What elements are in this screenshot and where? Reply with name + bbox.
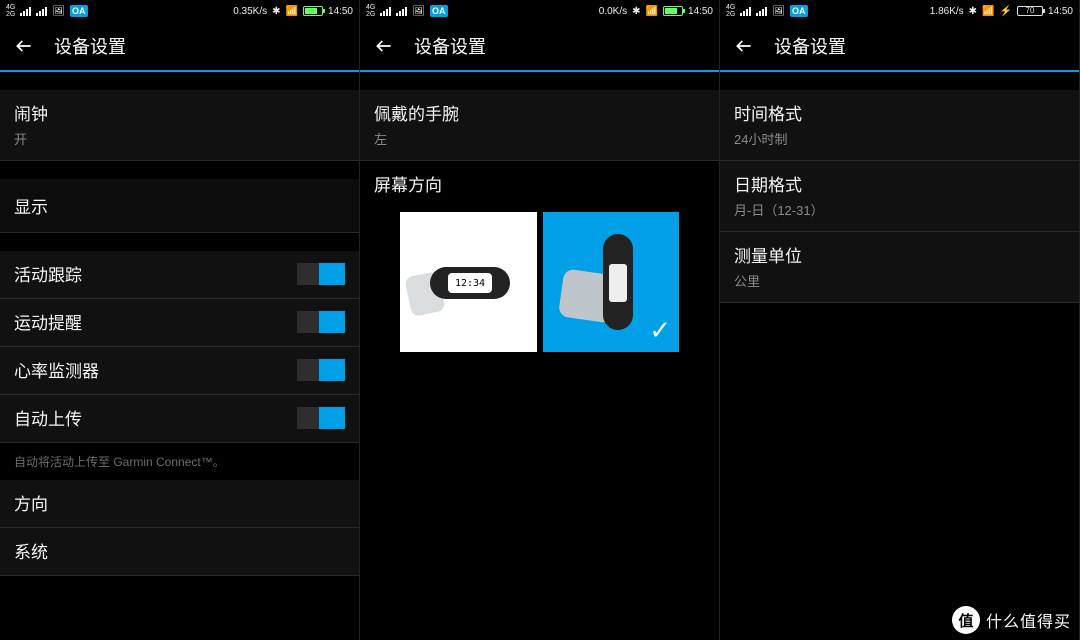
row-orientation[interactable]: 方向: [0, 480, 359, 528]
row-auto-upload[interactable]: 自动上传: [0, 395, 359, 443]
band-display: 12:34: [448, 273, 492, 293]
wifi-icon: [646, 6, 658, 17]
row-label: 方向: [14, 490, 345, 515]
signal-icon: [380, 6, 391, 16]
net-speed: 0.0K/s: [599, 6, 627, 17]
network-type-icon: 4G2G: [726, 4, 735, 18]
picture-icon: 🖼: [412, 6, 425, 17]
row-units[interactable]: 测量单位 公里: [720, 232, 1079, 303]
signal-icon-2: [396, 6, 407, 16]
status-bar: 4G2G 🖼 OA 0.35K/s 14:50: [0, 0, 359, 22]
back-icon[interactable]: [14, 36, 34, 56]
row-label: 系统: [14, 538, 345, 563]
battery-icon: 70: [1017, 6, 1043, 16]
back-icon[interactable]: [374, 36, 394, 56]
back-icon[interactable]: [734, 36, 754, 56]
row-system[interactable]: 系统: [0, 528, 359, 576]
network-type-icon: 4G2G: [6, 4, 15, 18]
wifi-icon: [982, 6, 994, 17]
toggle-move-alert[interactable]: [297, 311, 345, 333]
row-label: 测量单位: [734, 242, 1065, 267]
watermark: 值 什么值得买: [952, 606, 1071, 634]
row-label: 运动提醒: [14, 309, 297, 334]
row-label: 日期格式: [734, 171, 1065, 196]
row-label: 时间格式: [734, 100, 1065, 125]
toggle-auto-upload[interactable]: [297, 407, 345, 429]
row-value: 左: [374, 129, 705, 148]
row-label: 心率监测器: [14, 357, 297, 382]
bluetooth-icon: [272, 6, 280, 17]
app-header: 设备设置: [720, 22, 1079, 72]
screen-3: 4G2G 🖼 OA 1.86K/s 70 14:50 设备设置 时间格式 24小…: [720, 0, 1080, 640]
signal-icon-2: [36, 6, 47, 16]
signal-icon: [740, 6, 751, 16]
watermark-badge-icon: 值: [952, 606, 980, 634]
app-header: 设备设置: [360, 22, 719, 72]
check-icon: ✓: [649, 315, 671, 346]
status-bar: 4G2G 🖼 OA 0.0K/s 14:50: [360, 0, 719, 22]
row-time-format[interactable]: 时间格式 24小时制: [720, 90, 1079, 161]
band-icon: [603, 234, 633, 330]
orientation-option-vertical[interactable]: ✓: [543, 212, 680, 352]
row-label: 自动上传: [14, 405, 297, 430]
row-activity-tracking[interactable]: 活动跟踪: [0, 251, 359, 299]
page-title: 设备设置: [54, 33, 126, 59]
row-label: 活动跟踪: [14, 261, 297, 286]
status-bar: 4G2G 🖼 OA 1.86K/s 70 14:50: [720, 0, 1079, 22]
battery-icon: [663, 6, 683, 16]
bluetooth-icon: [632, 6, 640, 17]
toggle-hrm[interactable]: [297, 359, 345, 381]
oa-badge: OA: [70, 5, 88, 17]
row-label: 屏幕方向: [374, 171, 705, 196]
clock: 14:50: [328, 6, 353, 17]
auto-upload-description: 自动将活动上传至 Garmin Connect™。: [0, 443, 359, 480]
clock: 14:50: [688, 6, 713, 17]
page-title: 设备设置: [414, 33, 486, 59]
row-move-alert[interactable]: 运动提醒: [0, 299, 359, 347]
orientation-option-horizontal[interactable]: 12:34: [400, 212, 537, 352]
bluetooth-icon: [969, 6, 977, 17]
signal-icon-2: [756, 6, 767, 16]
row-date-format[interactable]: 日期格式 月-日（12-31）: [720, 161, 1079, 232]
network-type-icon: 4G2G: [366, 4, 375, 18]
screen-1: 4G2G 🖼 OA 0.35K/s 14:50 设备设置 闹钟 开 显示: [0, 0, 360, 640]
picture-icon: 🖼: [52, 6, 65, 17]
picture-icon: 🖼: [772, 6, 785, 17]
oa-badge: OA: [790, 5, 808, 17]
band-icon: 12:34: [430, 267, 510, 299]
row-wrist[interactable]: 佩戴的手腕 左: [360, 90, 719, 161]
toggle-activity-tracking[interactable]: [297, 263, 345, 285]
oa-badge: OA: [430, 5, 448, 17]
row-value: 开: [14, 129, 345, 148]
row-display[interactable]: 显示: [0, 179, 359, 233]
page-title: 设备设置: [774, 33, 846, 59]
app-header: 设备设置: [0, 22, 359, 72]
row-alarm[interactable]: 闹钟 开: [0, 90, 359, 161]
watermark-text: 什么值得买: [986, 608, 1071, 632]
signal-icon: [20, 6, 31, 16]
orientation-picker: 12:34 ✓: [360, 200, 719, 370]
battery-icon: [303, 6, 323, 16]
row-screen-orientation-header: 屏幕方向: [360, 161, 719, 200]
row-label: 佩戴的手腕: [374, 100, 705, 125]
net-speed: 0.35K/s: [233, 6, 267, 17]
row-value: 公里: [734, 271, 1065, 290]
net-speed: 1.86K/s: [930, 6, 964, 17]
wifi-icon: [286, 6, 298, 17]
screen-2: 4G2G 🖼 OA 0.0K/s 14:50 设备设置 佩戴的手腕 左 屏幕方向: [360, 0, 720, 640]
row-value: 24小时制: [734, 129, 1065, 148]
row-hrm[interactable]: 心率监测器: [0, 347, 359, 395]
row-label: 显示: [14, 193, 345, 218]
clock: 14:50: [1048, 6, 1073, 17]
row-label: 闹钟: [14, 100, 345, 125]
row-value: 月-日（12-31）: [734, 200, 1065, 219]
charging-icon: [1000, 6, 1012, 17]
